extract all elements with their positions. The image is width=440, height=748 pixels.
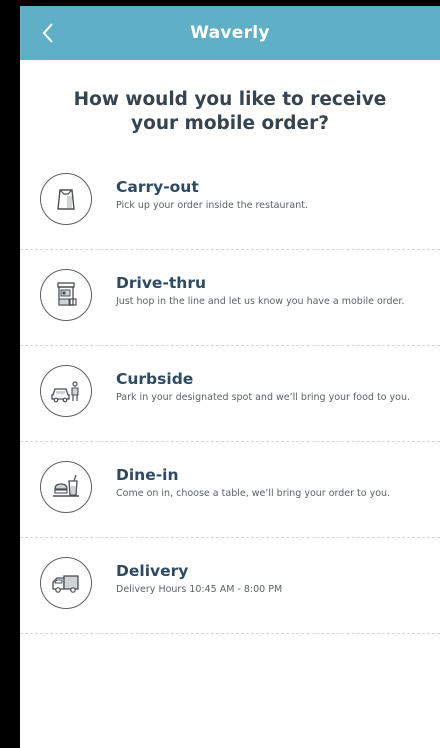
delivery-van-icon — [52, 575, 79, 593]
drive-thru-icon-circle — [40, 269, 92, 321]
car-with-person-icon — [51, 381, 79, 403]
option-dine-in[interactable]: Dine-in Come on in, choose a table, we’l… — [20, 442, 440, 538]
option-description: Just hop in the line and let us know you… — [116, 296, 405, 307]
option-title: Drive-thru — [116, 274, 206, 292]
back-button[interactable] — [34, 16, 62, 50]
app-screen: Waverly How would you like to receive yo… — [20, 6, 440, 748]
drive-thru-text: Drive-thru Just hop in the line and let … — [116, 274, 412, 308]
dine-in-text: Dine-in Come on in, choose a table, we’l… — [116, 466, 412, 500]
drive-thru-window-icon — [57, 282, 77, 306]
option-description: Pick up your order inside the restaurant… — [116, 200, 309, 211]
option-carry-out[interactable]: Carry-out Pick up your order inside the … — [20, 154, 440, 250]
option-title: Delivery — [116, 562, 189, 580]
page-question: How would you like to receive your mobil… — [73, 89, 387, 134]
curbside-icon-circle — [40, 365, 92, 417]
delivery-text: Delivery Delivery Hours 10:45 AM - 8:00 … — [116, 562, 412, 596]
option-title: Carry-out — [116, 178, 199, 196]
option-description: Delivery Hours 10:45 AM - 8:00 PM — [116, 584, 283, 595]
app-header: Waverly — [20, 6, 440, 60]
dine-in-icon-circle — [40, 461, 92, 513]
option-drive-thru[interactable]: Drive-thru Just hop in the line and let … — [20, 250, 440, 346]
option-title: Dine-in — [116, 466, 179, 484]
option-description: Park in your designated spot and we’ll b… — [116, 392, 411, 403]
curbside-text: Curbside Park in your designated spot an… — [116, 370, 412, 404]
option-description: Come on in, choose a table, we’ll bring … — [116, 488, 391, 499]
order-type-list: Carry-out Pick up your order inside the … — [20, 154, 440, 634]
shopping-bag-icon — [57, 189, 75, 210]
option-title: Curbside — [116, 370, 194, 388]
delivery-icon-circle — [40, 557, 92, 609]
option-delivery[interactable]: Delivery Delivery Hours 10:45 AM - 8:00 … — [20, 538, 440, 634]
tray-with-drink-icon — [53, 474, 79, 497]
carry-out-text: Carry-out Pick up your order inside the … — [116, 178, 412, 212]
header-title: Waverly — [190, 23, 270, 43]
carry-out-icon-circle — [40, 173, 92, 225]
option-curbside[interactable]: Curbside Park in your designated spot an… — [20, 346, 440, 442]
chevron-left-icon — [42, 23, 53, 43]
